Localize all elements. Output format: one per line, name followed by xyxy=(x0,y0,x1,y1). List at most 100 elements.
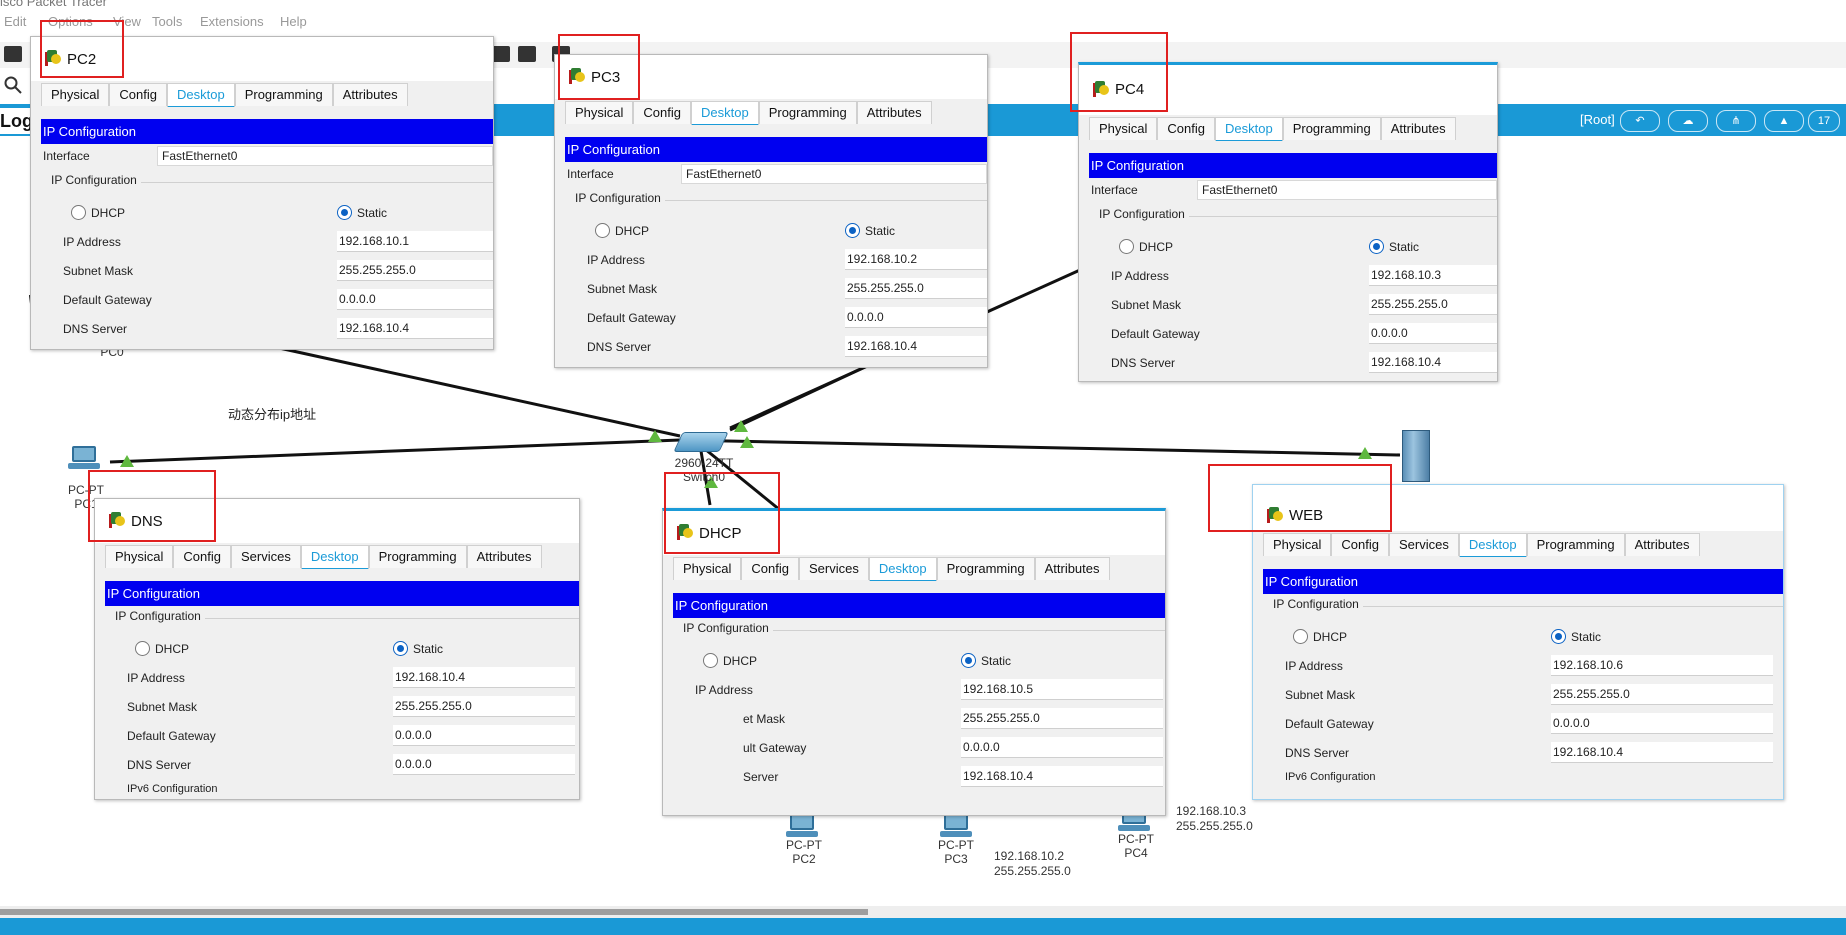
ip-address-field[interactable]: 192.168.10.6 xyxy=(1551,655,1773,676)
tab-programming[interactable]: Programming xyxy=(1282,117,1381,140)
ip-address-field[interactable]: 192.168.10.4 xyxy=(393,667,575,688)
link-up-indicator xyxy=(740,436,754,448)
dns-server-field[interactable]: 192.168.10.4 xyxy=(1369,352,1497,373)
dhcp-radio[interactable] xyxy=(703,653,718,668)
pc2-device-icon[interactable] xyxy=(786,814,818,838)
static-radio[interactable] xyxy=(961,653,976,668)
dns-config-window[interactable]: DNS Physical Config Services Desktop Program… xyxy=(94,498,580,800)
pc1-device-icon[interactable] xyxy=(68,446,100,470)
ip-address-field[interactable]: 192.168.10.1 xyxy=(337,231,493,252)
ip-configuration-group: IP Configuration DHCP Static IP Address … xyxy=(575,191,987,367)
pc3-device-icon[interactable] xyxy=(940,814,972,838)
scrollbar-thumb[interactable] xyxy=(0,909,868,915)
interface-select[interactable]: FastEthernet0 xyxy=(157,146,493,166)
tab-physical[interactable]: Physical xyxy=(1089,117,1158,140)
switch-model: 2960-24TT xyxy=(674,456,734,470)
static-radio[interactable] xyxy=(845,223,860,238)
pc4-name: PC4 xyxy=(1124,846,1148,860)
tab-config[interactable]: Config xyxy=(741,557,799,580)
tab-desktop[interactable]: Desktop xyxy=(691,101,759,127)
ip-address-label: IP Address xyxy=(587,253,645,267)
dhcp-radio[interactable] xyxy=(1119,239,1134,254)
interface-select[interactable]: FastEthernet0 xyxy=(1197,180,1497,200)
default-gateway-field[interactable]: 0.0.0.0 xyxy=(1369,323,1497,344)
tab-config[interactable]: Config xyxy=(633,101,691,124)
dns-server-field[interactable]: 192.168.10.4 xyxy=(337,318,493,339)
tab-attributes[interactable]: Attributes xyxy=(466,545,542,568)
link-up-indicator xyxy=(648,430,662,442)
subnet-mask-field[interactable]: 255.255.255.0 xyxy=(337,260,493,281)
static-radio[interactable] xyxy=(393,641,408,656)
dns-server-field[interactable]: 192.168.10.4 xyxy=(961,766,1163,787)
dns-server-field[interactable]: 192.168.10.4 xyxy=(845,336,987,357)
subnet-mask-field[interactable]: 255.255.255.0 xyxy=(393,696,575,717)
ip-address-field[interactable]: 192.168.10.5 xyxy=(961,679,1163,700)
tab-config[interactable]: Config xyxy=(1331,533,1389,556)
tab-desktop[interactable]: Desktop xyxy=(167,83,235,109)
tab-strip: Physical Config Services Desktop Programming… xyxy=(663,555,1165,583)
note-ip-pc3: 192.168.10.2 xyxy=(994,849,1065,863)
dns-server-field[interactable]: 0.0.0.0 xyxy=(393,754,575,775)
tab-programming[interactable]: Programming xyxy=(758,101,857,124)
tab-services[interactable]: Services xyxy=(231,545,301,568)
tab-desktop[interactable]: Desktop xyxy=(1215,117,1283,143)
tab-programming[interactable]: Programming xyxy=(368,545,467,568)
default-gateway-field[interactable]: 0.0.0.0 xyxy=(337,289,493,310)
subnet-mask-field[interactable]: 255.255.255.0 xyxy=(1551,684,1773,705)
tab-strip: Physical Config Services Desktop Programming… xyxy=(1253,531,1783,559)
ip-address-label: IP Address xyxy=(695,683,753,697)
pc3-config-window[interactable]: PC3 Physical Config Desktop Programming Attr… xyxy=(554,54,988,368)
tab-desktop[interactable]: Desktop xyxy=(1458,533,1527,559)
subnet-mask-field[interactable]: 255.255.255.0 xyxy=(1369,294,1497,315)
tab-attributes[interactable]: Attributes xyxy=(1380,117,1456,140)
tab-attributes[interactable]: Attributes xyxy=(1034,557,1110,580)
tab-physical[interactable]: Physical xyxy=(673,557,742,580)
default-gateway-label: Default Gateway xyxy=(63,293,152,307)
static-radio[interactable] xyxy=(1369,239,1384,254)
tab-programming[interactable]: Programming xyxy=(1526,533,1625,556)
pc2-config-window[interactable]: PC2 Physical Config Desktop Programming Attr… xyxy=(30,36,494,350)
dhcp-radio[interactable] xyxy=(1293,629,1308,644)
static-radio[interactable] xyxy=(1551,629,1566,644)
tab-attributes[interactable]: Attributes xyxy=(332,83,408,106)
tab-attributes[interactable]: Attributes xyxy=(1624,533,1700,556)
switch-icon[interactable] xyxy=(673,432,729,452)
tab-services[interactable]: Services xyxy=(1389,533,1459,556)
default-gateway-field[interactable]: 0.0.0.0 xyxy=(961,737,1163,758)
tab-services[interactable]: Services xyxy=(799,557,869,580)
static-radio[interactable] xyxy=(337,205,352,220)
interface-select[interactable]: FastEthernet0 xyxy=(681,164,987,184)
tab-physical[interactable]: Physical xyxy=(41,83,110,106)
default-gateway-field[interactable]: 0.0.0.0 xyxy=(845,307,987,328)
subnet-mask-field[interactable]: 255.255.255.0 xyxy=(845,278,987,299)
subnet-mask-field[interactable]: 255.255.255.0 xyxy=(961,708,1163,729)
tab-physical[interactable]: Physical xyxy=(1263,533,1332,556)
tab-desktop[interactable]: Desktop xyxy=(868,557,937,583)
tab-attributes[interactable]: Attributes xyxy=(856,101,932,124)
tab-config[interactable]: Config xyxy=(109,83,167,106)
dhcp-config-window[interactable]: DHCP Physical Config Services Desktop Progra… xyxy=(662,508,1166,816)
ip-address-field[interactable]: 192.168.10.3 xyxy=(1369,265,1497,286)
tab-programming[interactable]: Programming xyxy=(936,557,1035,580)
dhcp-radio[interactable] xyxy=(595,223,610,238)
default-gateway-field[interactable]: 0.0.0.0 xyxy=(393,725,575,746)
tab-programming[interactable]: Programming xyxy=(234,83,333,106)
tab-desktop[interactable]: Desktop xyxy=(300,545,369,571)
tab-physical[interactable]: Physical xyxy=(565,101,634,124)
dhcp-label: DHCP xyxy=(91,206,126,220)
dhcp-radio[interactable] xyxy=(71,205,86,220)
dns-server-label: DNS Server xyxy=(587,340,652,354)
server-device-icon[interactable] xyxy=(1402,430,1430,482)
tab-physical[interactable]: Physical xyxy=(105,545,174,568)
ip-configuration-group: IP Configuration DHCP Static IP Address … xyxy=(1099,207,1497,381)
note-mask-pc4: 255.255.255.0 xyxy=(1176,819,1253,833)
default-gateway-field[interactable]: 0.0.0.0 xyxy=(1551,713,1773,734)
pc3-name: PC3 xyxy=(944,852,968,866)
tab-config[interactable]: Config xyxy=(173,545,231,568)
dhcp-radio[interactable] xyxy=(135,641,150,656)
dns-server-field[interactable]: 192.168.10.4 xyxy=(1551,742,1773,763)
ip-address-field[interactable]: 192.168.10.2 xyxy=(845,249,987,270)
static-label: Static xyxy=(1389,240,1420,254)
dhcp-label: DHCP xyxy=(1139,240,1174,254)
tab-config[interactable]: Config xyxy=(1157,117,1215,140)
